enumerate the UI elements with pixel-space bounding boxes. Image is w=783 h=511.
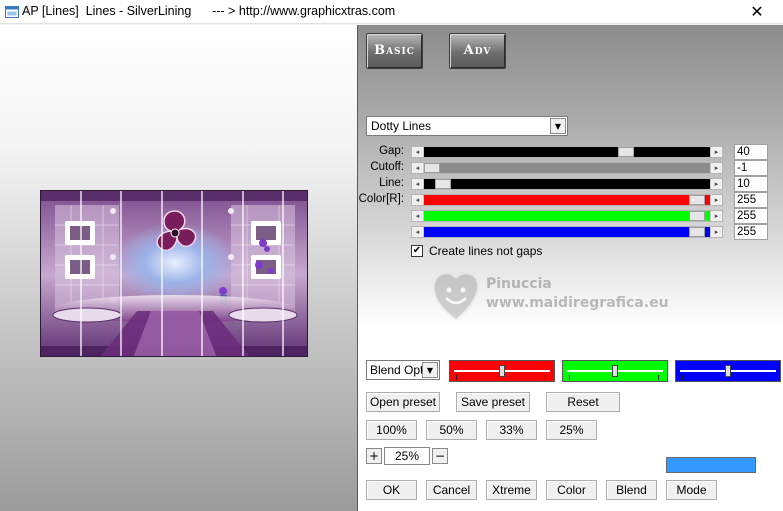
blue-slider[interactable]: ◂ ▸	[411, 226, 723, 238]
open-preset-button[interactable]: Open preset	[366, 392, 440, 412]
zoom-25-button[interactable]: 25%	[546, 420, 597, 440]
cutoff-value-field[interactable]: -1	[734, 160, 768, 176]
slider-bar	[424, 163, 710, 173]
slider-thumb[interactable]	[434, 179, 451, 189]
preview-pane	[0, 25, 357, 511]
slider-right-arrow-icon[interactable]: ▸	[710, 179, 722, 189]
window-title: AP [Lines] Lines - SilverLining --- > ht…	[22, 4, 396, 18]
green-value-field[interactable]: 255	[734, 208, 768, 224]
create-lines-checkbox[interactable]: ✔	[411, 245, 423, 257]
control-pane: Basic Adv Dotty Lines ▼ Gap: ◂ ▸ 40 Cutoff: ◂…	[358, 25, 783, 511]
app-icon	[5, 6, 19, 18]
slider-right-arrow-icon[interactable]: ▸	[710, 227, 722, 237]
red-channel-swatch[interactable]	[449, 360, 555, 382]
xtreme-button[interactable]: Xtreme	[486, 480, 537, 500]
red-label: Color[R]:	[358, 193, 404, 205]
slider-thumb[interactable]	[688, 227, 705, 237]
title-bar: AP [Lines] Lines - SilverLining --- > ht…	[0, 0, 783, 24]
green-channel-swatch[interactable]	[562, 360, 668, 382]
slider-right-arrow-icon[interactable]: ▸	[710, 211, 722, 221]
save-preset-button[interactable]: Save preset	[456, 392, 530, 412]
reset-button[interactable]: Reset	[546, 392, 620, 412]
preview-image[interactable]	[40, 190, 308, 357]
swatch-slider-thumb[interactable]	[499, 365, 505, 377]
line-label: Line:	[379, 177, 404, 189]
slider-thumb[interactable]	[618, 147, 635, 157]
slider-bar	[424, 211, 710, 221]
slider-left-arrow-icon[interactable]: ◂	[412, 163, 424, 173]
watermark-url: www.maidiregrafica.eu	[486, 295, 669, 311]
zoom-50-button[interactable]: 50%	[426, 420, 477, 440]
gap-slider[interactable]: ◂ ▸	[411, 146, 723, 158]
zoom-field[interactable]: 25%	[384, 447, 430, 465]
slider-bar	[424, 147, 710, 157]
tab-basic[interactable]: Basic	[366, 33, 423, 69]
slider-left-arrow-icon[interactable]: ◂	[412, 147, 424, 157]
swatch-slider-thumb[interactable]	[725, 365, 731, 377]
color-button[interactable]: Color	[546, 480, 597, 500]
chevron-down-icon: ▼	[550, 118, 566, 134]
slider-thumb[interactable]	[688, 195, 705, 205]
line-value-field[interactable]: 10	[734, 176, 768, 192]
create-lines-checkbox-label: Create lines not gaps	[429, 244, 543, 258]
slider-thumb[interactable]	[688, 211, 705, 221]
slider-left-arrow-icon[interactable]: ◂	[412, 227, 424, 237]
checkmark-icon: ✔	[412, 245, 422, 256]
swatch-tick	[658, 375, 659, 380]
watermark-name: Pinuccia	[486, 276, 552, 292]
slider-bar	[424, 195, 710, 205]
blue-value-field[interactable]: 255	[734, 224, 768, 240]
gap-value-field[interactable]: 40	[734, 144, 768, 160]
cutoff-label: Cutoff:	[370, 161, 404, 173]
tab-adv[interactable]: Adv	[449, 33, 506, 69]
swatch-tick	[456, 375, 457, 380]
gap-label: Gap:	[379, 145, 404, 157]
slider-bar	[424, 227, 710, 237]
cutoff-slider[interactable]: ◂ ▸	[411, 162, 723, 174]
cancel-button[interactable]: Cancel	[426, 480, 477, 500]
slider-left-arrow-icon[interactable]: ◂	[412, 195, 424, 205]
swatch-tick	[682, 375, 683, 380]
preview-background-color[interactable]	[666, 457, 756, 473]
swatch-slider-thumb[interactable]	[612, 365, 618, 377]
slider-thumb[interactable]	[424, 163, 440, 173]
blue-channel-swatch[interactable]	[675, 360, 781, 382]
ok-button[interactable]: OK	[366, 480, 417, 500]
slider-bar	[424, 179, 710, 189]
red-value-field[interactable]: 255	[734, 192, 768, 208]
close-icon: ✕	[750, 2, 764, 21]
zoom-100-button[interactable]: 100%	[366, 420, 417, 440]
zoom-in-button[interactable]: +	[366, 448, 382, 464]
close-button[interactable]: ✕	[747, 2, 767, 22]
slider-left-arrow-icon[interactable]: ◂	[412, 211, 424, 221]
heart-smiley-logo	[432, 272, 480, 322]
blend-button[interactable]: Blend	[606, 480, 657, 500]
mode-button[interactable]: Mode	[666, 480, 717, 500]
blend-dropdown-value: Blend Opti	[370, 363, 427, 377]
watermark: Pinuccia www.maidiregrafica.eu	[430, 268, 669, 328]
mode-dropdown-value: Dotty Lines	[371, 119, 432, 133]
slider-right-arrow-icon[interactable]: ▸	[710, 195, 722, 205]
slider-left-arrow-icon[interactable]: ◂	[412, 179, 424, 189]
zoom-out-button[interactable]: −	[432, 448, 448, 464]
mode-dropdown[interactable]: Dotty Lines ▼	[366, 116, 568, 136]
blend-options-dropdown[interactable]: Blend Opti ▼	[366, 360, 440, 380]
slider-right-arrow-icon[interactable]: ▸	[710, 147, 722, 157]
slider-right-arrow-icon[interactable]: ▸	[710, 163, 722, 173]
swatch-tick	[545, 375, 546, 380]
line-slider[interactable]: ◂ ▸	[411, 178, 723, 190]
swatch-tick	[771, 375, 772, 380]
green-slider[interactable]: ◂ ▸	[411, 210, 723, 222]
chevron-down-icon: ▼	[422, 362, 438, 378]
swatch-tick	[569, 375, 570, 380]
red-slider[interactable]: ◂ ▸	[411, 194, 723, 206]
zoom-33-button[interactable]: 33%	[486, 420, 537, 440]
